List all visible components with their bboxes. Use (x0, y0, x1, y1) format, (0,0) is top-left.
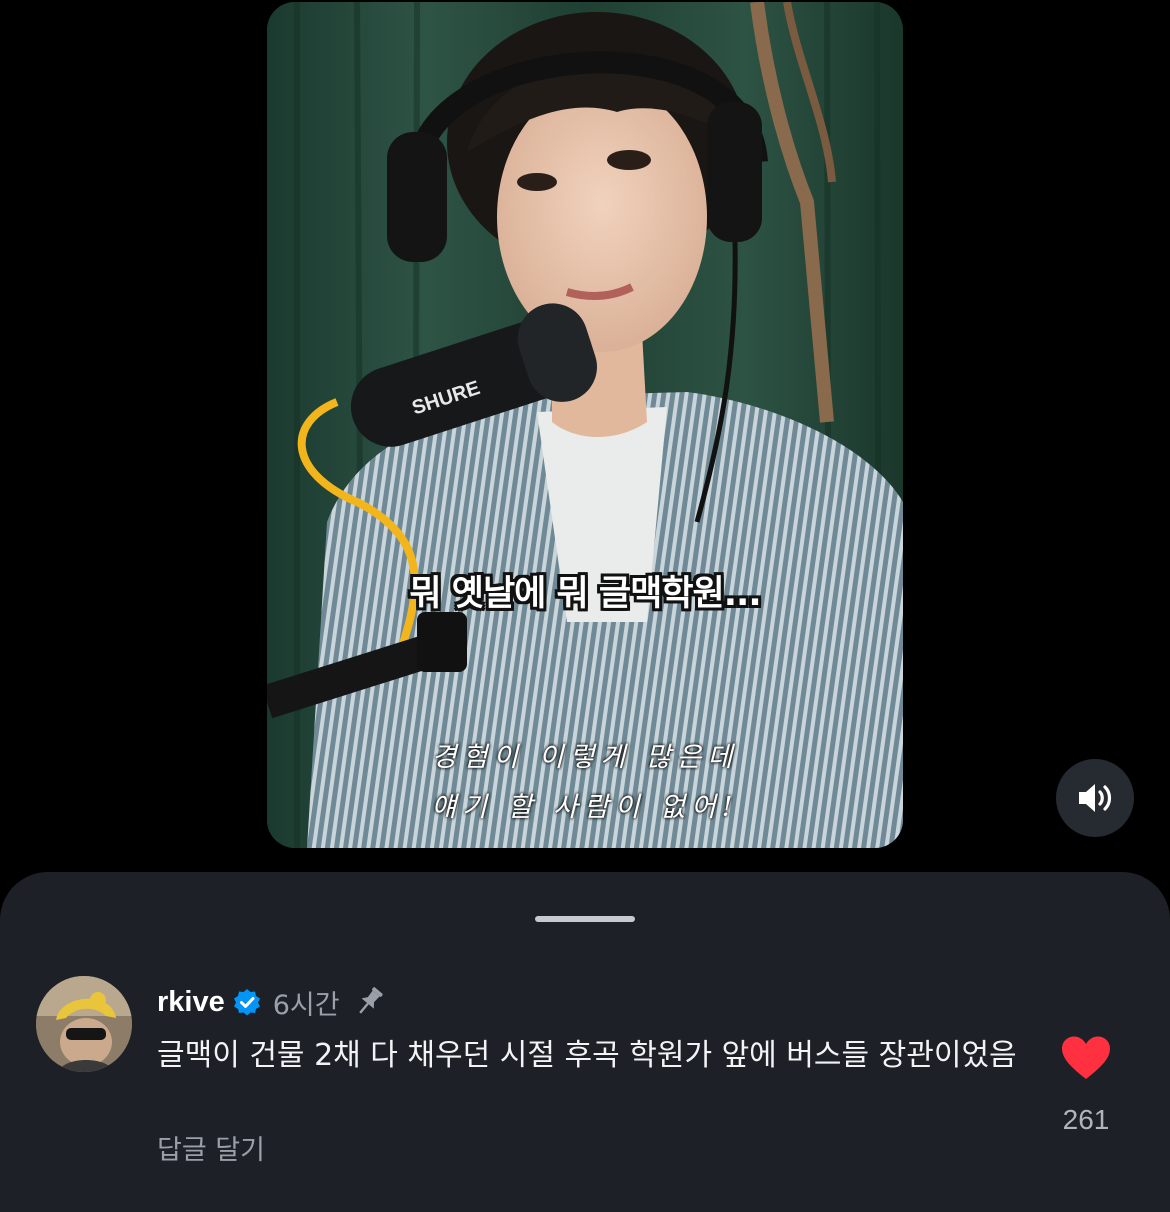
pin-icon (358, 987, 383, 1014)
like-count: 261 (1062, 1104, 1110, 1135)
reply-button[interactable]: 답글 달기 (157, 1128, 265, 1167)
comment-timestamp: 6시간 (272, 989, 340, 1021)
comment-header: rkive 6시간 (157, 982, 386, 1022)
heart-icon[interactable] (1060, 1035, 1112, 1081)
sheet-drag-handle[interactable] (535, 916, 635, 922)
sound-toggle-button[interactable] (1056, 759, 1134, 837)
comment-username[interactable]: rkive (157, 986, 225, 1019)
comments-sheet: rkive 6시간 글맥이 건물 2채 다 채우던 시절 후곡 학원가 앞에 버… (0, 872, 1170, 1212)
volume-on-icon (1079, 784, 1112, 812)
video-caption-sub-line2: 얘기 할 사람이 없어! (431, 792, 739, 823)
comment-body: 글맥이 건물 2채 다 채우던 시절 후곡 학원가 앞에 버스들 장관이었음 (157, 1038, 1017, 1073)
video-player[interactable]: SHURE 뭐 옛날에 뭐 글맥학원... 경험이 이렇게 많은데 얘기 할 사… (267, 2, 903, 848)
video-caption-sub-line1: 경험이 이렇게 많은데 (431, 742, 739, 773)
avatar[interactable] (36, 976, 132, 1072)
video-thumbnail: SHURE (267, 2, 903, 848)
video-caption-main: 뭐 옛날에 뭐 글맥학원... (409, 574, 761, 614)
verified-badge-icon (233, 989, 260, 1016)
